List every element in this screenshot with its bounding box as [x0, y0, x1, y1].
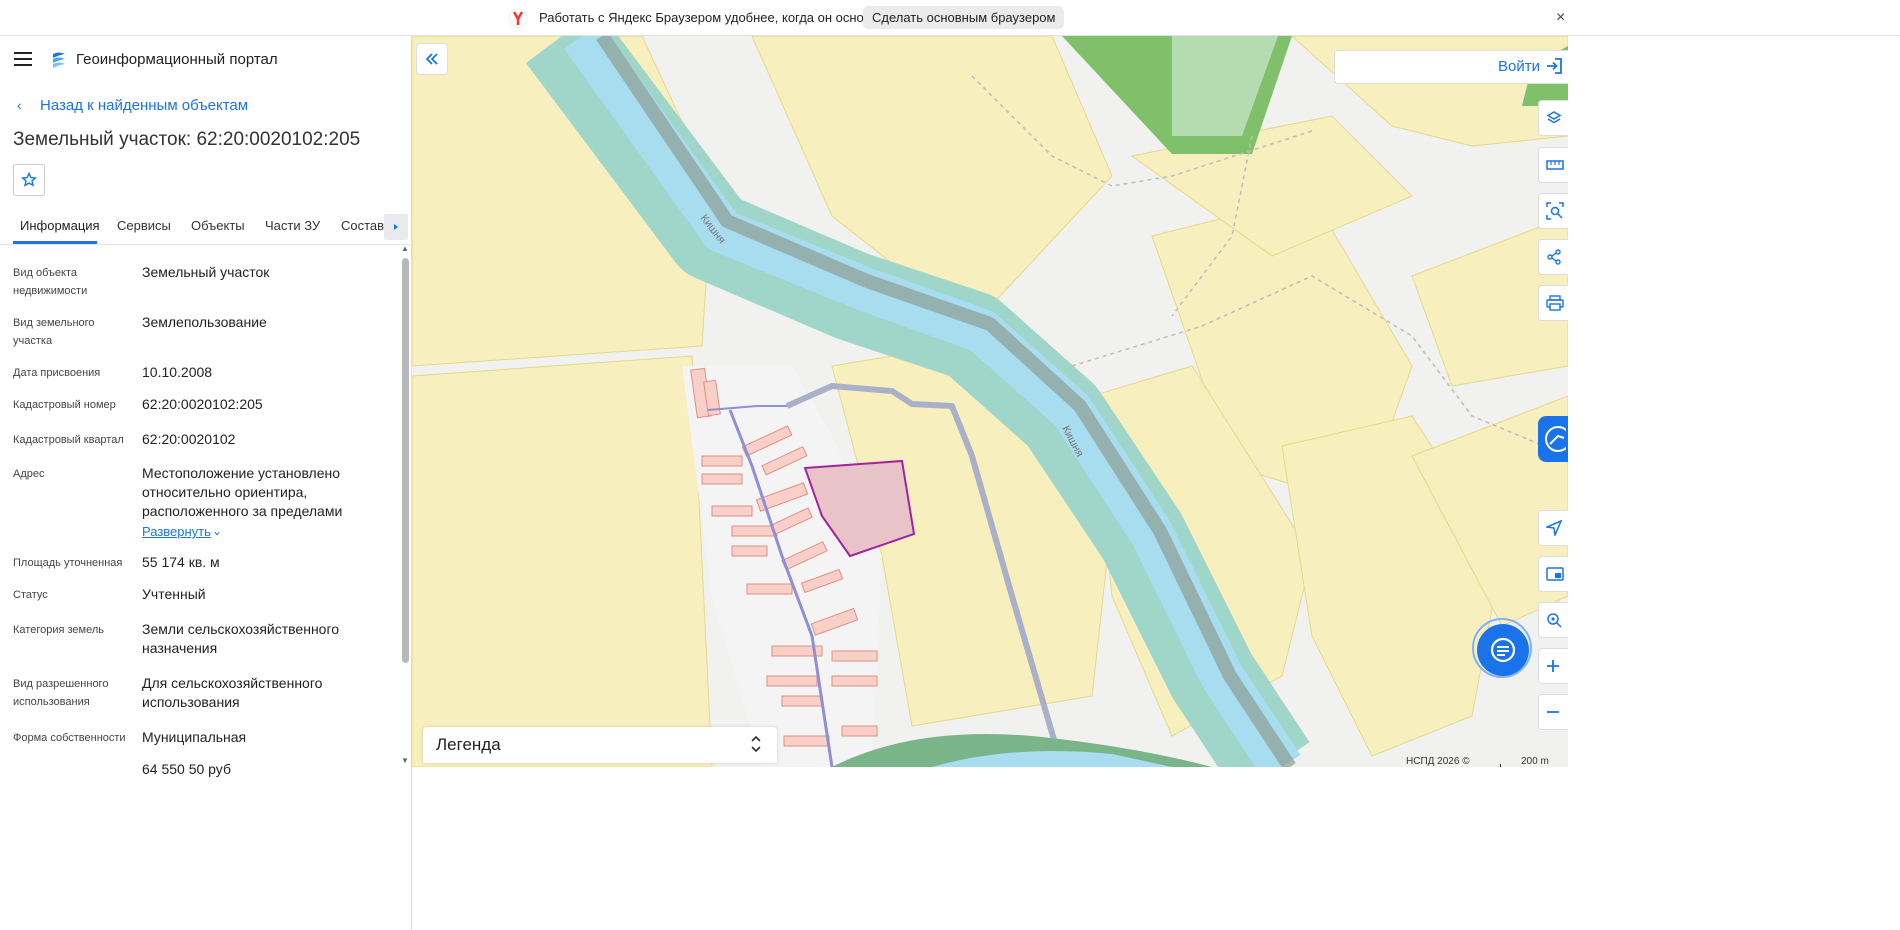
- label-status: Статус: [13, 589, 48, 601]
- print-icon: [1546, 295, 1564, 311]
- favorite-button[interactable]: [13, 164, 45, 196]
- tabs-next-button[interactable]: [384, 214, 408, 240]
- scroll-up-arrow[interactable]: ▲: [401, 244, 409, 253]
- feedback-icon: [1545, 426, 1571, 452]
- print-button[interactable]: [1538, 285, 1568, 321]
- locate-button[interactable]: [1538, 510, 1568, 546]
- map-scale: 200 m: [1521, 756, 1549, 767]
- login-button[interactable]: Войти: [1498, 58, 1540, 75]
- page-background-right: [1568, 36, 1900, 930]
- value-assign-date: 10.10.2008: [142, 364, 213, 380]
- geo-search-button[interactable]: [1538, 602, 1568, 638]
- ruler-icon: [1546, 160, 1564, 170]
- value-permitted-use: Для сельскохозяйственного использования: [142, 675, 323, 710]
- label-ownership: Форма собственности: [13, 732, 126, 744]
- label-address: Адрес: [13, 468, 45, 480]
- label-assign-date: Дата присвоения: [13, 367, 101, 379]
- tab-services[interactable]: Сервисы: [117, 218, 171, 233]
- double-chevron-left-icon: [425, 53, 438, 65]
- share-icon: [1547, 249, 1561, 265]
- value-address: Местоположение установлено относительно …: [142, 465, 343, 519]
- minimap-button[interactable]: [1538, 556, 1568, 592]
- page-title: Земельный участок: 62:20:0020102:205: [13, 129, 361, 150]
- ruler-button[interactable]: [1538, 147, 1568, 183]
- zoom-in-button[interactable]: [1538, 648, 1568, 684]
- zoom-out-button[interactable]: [1538, 694, 1568, 730]
- make-default-browser-button[interactable]: Сделать основным браузером: [863, 6, 1065, 29]
- zoom-out-icon: [1547, 711, 1559, 713]
- area-search-button[interactable]: [1538, 193, 1568, 229]
- value-ownership: Муниципальная: [142, 729, 247, 745]
- geo-search-icon: [1547, 613, 1562, 628]
- back-to-results-link[interactable]: Назад к найденным объектам: [40, 97, 248, 114]
- object-info-panel: Геоинформационный портал ‹ Назад к найде…: [0, 36, 412, 930]
- collapse-panel-button[interactable]: [416, 43, 448, 75]
- scroll-down-arrow[interactable]: ▼: [401, 756, 409, 765]
- banner-text: Работать с Яндекс Браузером удобнее, ког…: [539, 10, 893, 25]
- portal-logo-icon: [53, 52, 65, 68]
- layers-button[interactable]: [1538, 100, 1568, 136]
- chevron-right-icon: [394, 224, 398, 230]
- menu-icon[interactable]: [14, 52, 32, 66]
- chat-icon: [1490, 637, 1516, 663]
- label-land-type: Вид земельного участка: [13, 317, 95, 347]
- value-cadastral-number: 62:20:0020102:205: [142, 396, 263, 412]
- expand-collapse-icon[interactable]: [750, 735, 762, 753]
- feedback-tab[interactable]: [1538, 416, 1571, 462]
- legend-label[interactable]: Легенда: [436, 735, 501, 755]
- layers-icon: [1546, 111, 1562, 124]
- map-copyright: НСПД 2026 ©: [1406, 756, 1470, 767]
- value-cadastral-cost-clipped: 64 550 50 руб: [142, 761, 231, 777]
- share-button[interactable]: [1538, 239, 1568, 275]
- portal-title: Геоинформационный портал: [76, 51, 278, 68]
- tab-composition[interactable]: Состав: [341, 218, 384, 233]
- zoom-in-icon: [1547, 660, 1559, 672]
- expand-address-link[interactable]: Развернуть: [142, 524, 211, 539]
- tab-objects[interactable]: Объекты: [191, 218, 245, 233]
- label-cadastral-number: Кадастровый номер: [13, 399, 116, 411]
- value-cadastral-block: 62:20:0020102: [142, 431, 236, 447]
- label-area: Площадь уточненная: [13, 557, 123, 569]
- locate-icon: [1546, 520, 1562, 536]
- login-icon[interactable]: [1545, 57, 1563, 75]
- tab-bar: Информация Сервисы Объекты Части ЗУ Сост…: [0, 212, 411, 245]
- minimap-icon: [1546, 567, 1564, 581]
- value-land-category: Земли сельскохозяйственного назначения: [142, 621, 340, 656]
- chevron-left-icon[interactable]: ‹: [17, 97, 22, 113]
- value-object-type: Земельный участок: [142, 264, 270, 280]
- tab-parts[interactable]: Части ЗУ: [265, 218, 320, 233]
- value-area: 55 174 кв. м: [142, 554, 220, 570]
- label-land-category: Категория земель: [13, 624, 104, 636]
- active-tab-indicator: [13, 241, 97, 244]
- map-canvas[interactable]: Кишня Кишня: [412, 36, 1568, 767]
- value-land-type: Землепользование: [142, 314, 267, 330]
- label-object-type: Вид объекта недвижимости: [13, 267, 88, 297]
- scrollbar-thumb[interactable]: [402, 258, 409, 663]
- chat-button[interactable]: [1477, 624, 1529, 676]
- close-icon[interactable]: ×: [1556, 9, 1565, 27]
- agri-parcel: [412, 355, 713, 767]
- browser-banner: Работать с Яндекс Браузером удобнее, ког…: [0, 0, 1900, 36]
- label-permitted-use: Вид разрешенного использования: [13, 678, 109, 708]
- area-search-icon: [1546, 202, 1564, 220]
- tab-info[interactable]: Информация: [20, 218, 100, 233]
- chevron-down-icon[interactable]: ⌄: [212, 524, 222, 538]
- star-icon: [21, 172, 37, 187]
- value-status: Учтенный: [142, 586, 206, 602]
- map-layers: Кишня Кишня: [412, 36, 1568, 767]
- yandex-browser-logo: [508, 8, 528, 28]
- label-cadastral-block: Кадастровый квартал: [13, 434, 124, 446]
